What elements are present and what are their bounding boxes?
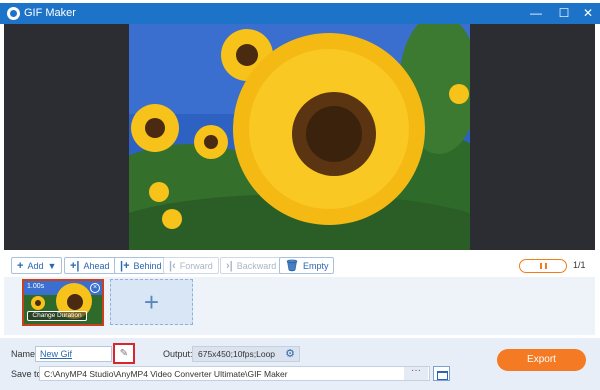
gif-maker-window: GIF Maker — ☐ ✕ + Add ▼ +| Ahead |+ Behi…	[0, 0, 600, 390]
edit-name-button[interactable]: ✎	[113, 343, 135, 364]
behind-button[interactable]: |+ Behind	[114, 257, 168, 274]
add-label: Add	[27, 260, 44, 271]
frame-strip: 1.00s × Change Duration +	[4, 277, 595, 335]
export-button[interactable]: Export	[497, 349, 586, 371]
forward-button[interactable]: |‹ Forward	[163, 257, 219, 274]
pencil-icon: ✎	[119, 348, 129, 359]
ahead-button[interactable]: +| Ahead	[64, 257, 116, 274]
sunflower-image	[129, 24, 470, 250]
save-path-field[interactable]: C:\AnyMP4 Studio\AnyMP4 Video Converter …	[39, 366, 430, 381]
frame-toolbar: + Add ▼ +| Ahead |+ Behind |‹ Forward ›|…	[0, 255, 600, 277]
title-bar: GIF Maker — ☐ ✕	[0, 3, 600, 24]
remove-frame-icon[interactable]: ×	[90, 283, 100, 293]
move-backward-icon: ›|	[226, 259, 233, 272]
maximize-button[interactable]: ☐	[556, 5, 572, 21]
page-counter: 1/1	[573, 260, 586, 270]
frame-duration: 1.00s	[27, 283, 45, 290]
forward-label: Forward	[179, 260, 213, 271]
minimize-button[interactable]: —	[528, 5, 544, 21]
browse-button[interactable]: ···	[404, 366, 428, 380]
backward-label: Backward	[236, 260, 277, 271]
plus-icon: +	[17, 259, 24, 272]
output-label: Output:	[163, 349, 193, 359]
app-logo-icon	[7, 7, 20, 20]
name-label: Name:	[11, 349, 38, 359]
add-button[interactable]: + Add ▼	[11, 257, 63, 274]
window-title: GIF Maker	[24, 7, 76, 19]
insert-behind-icon: |+	[120, 259, 130, 272]
output-panel: Name: New Gif ✎ Output: 675x450;10fps;Lo…	[0, 338, 600, 390]
plus-icon: +	[143, 287, 160, 317]
insert-ahead-icon: +|	[70, 259, 80, 272]
pause-button[interactable]	[519, 259, 567, 273]
close-button[interactable]: ✕	[580, 5, 596, 21]
ahead-label: Ahead	[83, 260, 110, 271]
frame-thumbnail[interactable]: 1.00s × Change Duration	[22, 279, 104, 326]
open-folder-icon[interactable]	[433, 366, 450, 381]
change-duration-button[interactable]: Change Duration	[27, 311, 87, 321]
empty-button[interactable]: 🗑 Empty	[279, 257, 335, 274]
empty-label: Empty	[302, 260, 329, 271]
chevron-down-icon: ▼	[47, 260, 57, 271]
name-field[interactable]: New Gif	[35, 346, 112, 362]
add-frame-button[interactable]: +	[110, 279, 193, 325]
behind-label: Behind	[133, 260, 162, 271]
move-forward-icon: |‹	[169, 259, 176, 272]
backward-button[interactable]: ›| Backward	[220, 257, 283, 274]
gear-icon[interactable]: ⚙	[283, 347, 297, 361]
trash-icon: 🗑	[285, 260, 299, 272]
gif-preview-area	[4, 24, 595, 250]
